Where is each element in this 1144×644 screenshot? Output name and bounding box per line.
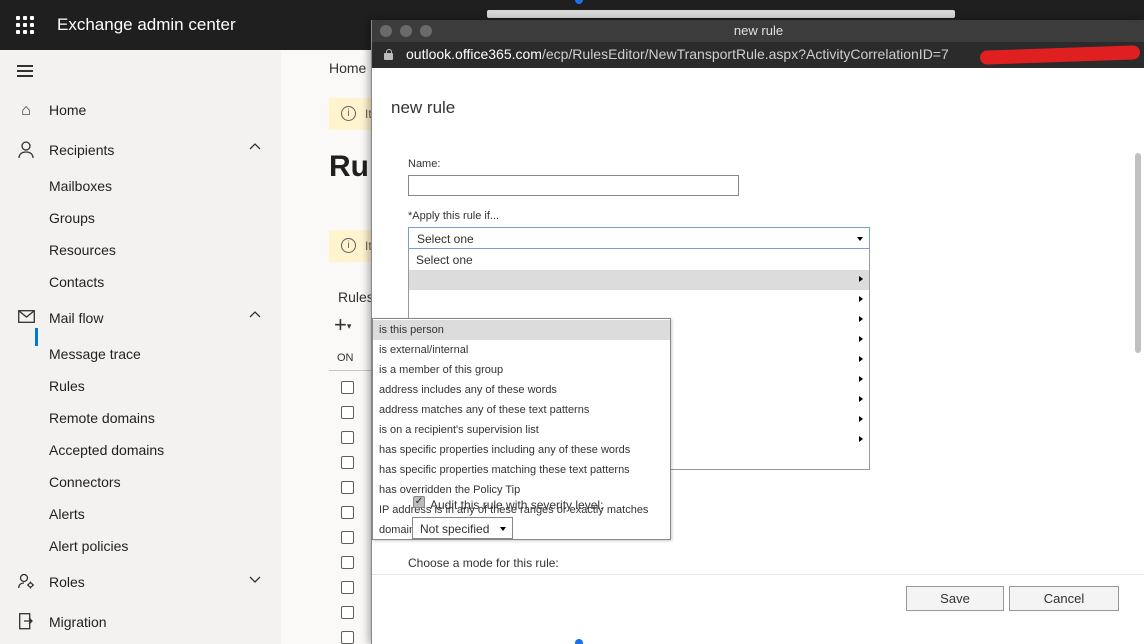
audit-checkbox[interactable]: ✓ bbox=[413, 496, 425, 508]
info-icon: i bbox=[341, 106, 356, 121]
row-checkbox[interactable] bbox=[341, 481, 354, 494]
sidebar-item-alert-policies[interactable]: Alert policies bbox=[0, 531, 281, 563]
row-checkbox[interactable] bbox=[341, 431, 354, 444]
sidebar-item-groups[interactable]: Groups bbox=[0, 203, 281, 235]
mode-label: Choose a mode for this rule: bbox=[408, 556, 559, 570]
submenu-item[interactable]: address matches any of these text patter… bbox=[373, 400, 670, 420]
sidebar-item-alerts[interactable]: Alerts bbox=[0, 499, 281, 531]
window-title: new rule bbox=[733, 23, 784, 38]
submenu-item[interactable]: address includes any of these words bbox=[373, 380, 670, 400]
info-banner: i It bbox=[329, 230, 374, 262]
info-banner: i It bbox=[329, 98, 374, 130]
sidebar-item-mail-flow[interactable]: Mail flow bbox=[0, 303, 281, 335]
chevron-up-icon bbox=[248, 140, 262, 157]
row-checkbox[interactable] bbox=[341, 556, 354, 569]
info-icon: i bbox=[341, 238, 356, 253]
new-rule-window: new rule outlook.office365.com/ecp/Rules… bbox=[371, 20, 1144, 644]
sidebar-item-accepted-domains[interactable]: Accepted domains bbox=[0, 435, 281, 467]
app-title: Exchange admin center bbox=[57, 15, 236, 34]
name-label: Name: bbox=[408, 158, 441, 170]
row-checkbox[interactable] bbox=[341, 581, 354, 594]
sidebar-item-message-trace[interactable]: Message trace bbox=[0, 339, 281, 371]
window-titlebar[interactable]: new rule bbox=[372, 20, 1144, 42]
roles-icon bbox=[16, 573, 36, 593]
submenu-arrow-icon bbox=[859, 396, 863, 402]
sidebar-item-mailboxes[interactable]: Mailboxes bbox=[0, 171, 281, 203]
submenu-arrow-icon bbox=[859, 296, 863, 302]
sidebar-item-home[interactable]: ⌂ Home bbox=[0, 95, 281, 127]
sidebar-item-contacts[interactable]: Contacts bbox=[0, 267, 281, 299]
row-checkbox[interactable] bbox=[341, 381, 354, 394]
browser-tab-strip bbox=[487, 10, 955, 18]
dropdown-arrow-icon bbox=[500, 527, 506, 531]
submenu-arrow-icon bbox=[859, 336, 863, 342]
sidebar-item-remote-domains[interactable]: Remote domains bbox=[0, 403, 281, 435]
dropdown-arrow-icon bbox=[857, 237, 863, 241]
sidebar-item-migration[interactable]: Migration bbox=[0, 607, 281, 639]
migration-icon bbox=[16, 613, 36, 633]
mail-icon bbox=[16, 309, 36, 329]
scrollbar[interactable] bbox=[1135, 153, 1141, 353]
submenu-item[interactable]: is external/internal bbox=[373, 340, 670, 360]
row-checkbox[interactable] bbox=[341, 456, 354, 469]
save-button[interactable]: Save bbox=[906, 586, 1004, 611]
submenu-arrow-icon bbox=[859, 376, 863, 382]
sidebar: ⌂ Home Recipients Mailboxes Groups Resou… bbox=[0, 50, 281, 644]
sidebar-item-roles[interactable]: Roles bbox=[0, 567, 281, 599]
selected-indicator bbox=[35, 328, 38, 346]
home-icon: ⌂ bbox=[21, 102, 31, 119]
menu-item-with-submenu[interactable] bbox=[409, 270, 869, 290]
sidebar-item-rules[interactable]: Rules bbox=[0, 371, 281, 403]
submenu-arrow-icon bbox=[859, 436, 863, 442]
chevron-down-icon bbox=[248, 572, 262, 589]
submenu-arrow-icon bbox=[859, 276, 863, 282]
person-icon bbox=[16, 141, 36, 161]
cancel-button[interactable]: Cancel bbox=[1009, 586, 1119, 611]
severity-dropdown[interactable]: Not specified bbox=[412, 517, 513, 539]
hamburger-menu-icon[interactable] bbox=[17, 65, 33, 77]
row-checkbox[interactable] bbox=[341, 606, 354, 619]
table-header: ON bbox=[329, 345, 374, 371]
divider bbox=[372, 574, 1144, 575]
lock-icon bbox=[384, 49, 393, 60]
submenu-item[interactable]: has specific properties including any of… bbox=[373, 440, 670, 460]
sidebar-item-resources[interactable]: Resources bbox=[0, 235, 281, 267]
submenu-arrow-icon bbox=[859, 316, 863, 322]
apply-rule-label: *Apply this rule if... bbox=[408, 210, 500, 222]
apply-rule-dropdown[interactable]: Select one bbox=[408, 227, 870, 249]
row-checkbox[interactable] bbox=[341, 531, 354, 544]
submenu-arrow-icon bbox=[859, 356, 863, 362]
submenu-arrow-icon bbox=[859, 416, 863, 422]
chevron-up-icon bbox=[248, 308, 262, 325]
row-checkbox[interactable] bbox=[341, 406, 354, 419]
row-checkbox[interactable] bbox=[341, 631, 354, 644]
drag-handle[interactable] bbox=[575, 639, 583, 644]
audit-label: Audit this rule with severity level: bbox=[430, 498, 604, 512]
row-checkbox[interactable] bbox=[341, 506, 354, 519]
menu-item-select-one[interactable]: Select one bbox=[409, 250, 869, 270]
menu-item-with-submenu[interactable] bbox=[409, 290, 869, 310]
url-bar[interactable]: outlook.office365.com/ecp/RulesEditor/Ne… bbox=[372, 42, 1144, 68]
sidebar-item-recipients[interactable]: Recipients bbox=[0, 135, 281, 167]
submenu-item[interactable]: is this person bbox=[373, 320, 670, 340]
app-launcher-icon[interactable] bbox=[16, 16, 34, 34]
name-input[interactable] bbox=[408, 175, 739, 196]
form-heading: new rule bbox=[391, 98, 456, 117]
submenu-item[interactable]: is on a recipient's supervision list bbox=[373, 420, 670, 440]
breadcrumb[interactable]: Home bbox=[329, 60, 366, 76]
sidebar-item-connectors[interactable]: Connectors bbox=[0, 467, 281, 499]
rule-form: new rule Name: *Apply this rule if... Se… bbox=[372, 68, 1144, 644]
add-rule-button[interactable]: +▾ bbox=[334, 312, 351, 338]
rules-section-label: Rules bbox=[338, 289, 374, 305]
submenu-item[interactable]: has specific properties matching these t… bbox=[373, 460, 670, 480]
submenu-item[interactable]: is a member of this group bbox=[373, 360, 670, 380]
